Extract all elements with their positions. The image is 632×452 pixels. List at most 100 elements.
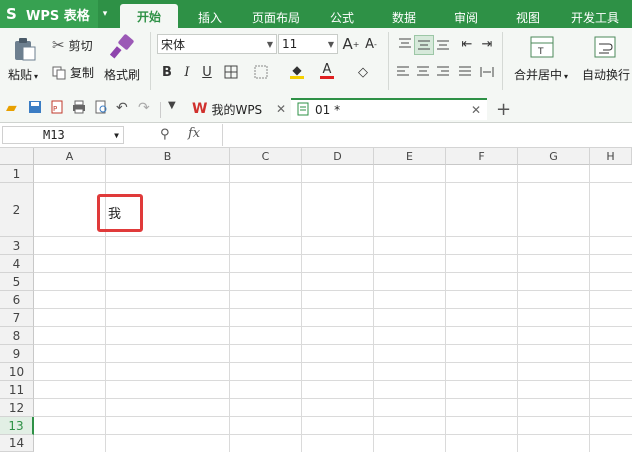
- increase-indent-icon[interactable]: ⇥: [478, 35, 496, 53]
- format-painter-icon[interactable]: [109, 34, 134, 60]
- cut-label: 剪切: [68, 38, 93, 53]
- tab-formulas[interactable]: 公式: [318, 6, 366, 28]
- row-header-11[interactable]: 11: [0, 381, 34, 399]
- column-header-h[interactable]: H: [590, 148, 632, 165]
- tab-page-layout[interactable]: 页面布局: [242, 6, 310, 28]
- tab-data[interactable]: 数据: [380, 6, 428, 28]
- svg-text:T: T: [537, 47, 544, 57]
- align-center-icon[interactable]: [414, 63, 432, 81]
- row-header-12[interactable]: 12: [0, 399, 34, 417]
- format-painter-button[interactable]: 格式刷: [104, 66, 140, 83]
- column-header-a[interactable]: A: [34, 148, 106, 165]
- row-header-13[interactable]: 13: [0, 417, 34, 435]
- select-all-corner[interactable]: [0, 148, 34, 165]
- zoom-search-icon[interactable]: ⚲: [160, 127, 170, 142]
- new-tab-plus-icon[interactable]: +: [496, 99, 511, 120]
- italic-icon[interactable]: I: [178, 63, 196, 81]
- row-header-5[interactable]: 5: [0, 273, 34, 291]
- doc-tab-my-wps[interactable]: W 我的WPS ✕: [186, 98, 290, 120]
- align-bottom-icon[interactable]: [434, 35, 452, 53]
- save-icon[interactable]: [28, 100, 44, 116]
- row-header-6[interactable]: 6: [0, 291, 34, 309]
- tab-view[interactable]: 视图: [504, 6, 552, 28]
- font-name-select[interactable]: 宋体 ▼: [157, 34, 277, 54]
- column-header-c[interactable]: C: [230, 148, 302, 165]
- fill-color-icon[interactable]: ◆: [288, 62, 306, 80]
- tab-insert[interactable]: 插入: [186, 6, 234, 28]
- fx-icon[interactable]: fx: [188, 126, 200, 141]
- font-size-value: 11: [282, 37, 298, 51]
- copy-button[interactable]: 复制: [52, 64, 94, 81]
- font-color-icon[interactable]: A: [318, 62, 336, 80]
- row-header-9[interactable]: 9: [0, 345, 34, 363]
- grid-row-line: [34, 254, 632, 255]
- wrap-text-button[interactable]: 自动换行: [582, 66, 630, 83]
- tab-review[interactable]: 审阅: [442, 6, 490, 28]
- cut-button[interactable]: ✂ 剪切: [52, 36, 93, 54]
- merge-center-icon[interactable]: T: [530, 36, 554, 58]
- doc-tab-01[interactable]: 01 * ✕: [291, 98, 487, 120]
- grid-row-line: [34, 416, 632, 417]
- chevron-down-icon: ▼: [266, 39, 273, 49]
- align-middle-icon[interactable]: [414, 35, 434, 55]
- ribbon-separator: [502, 32, 503, 90]
- customize-toolbar-dropdown-icon[interactable]: ▼: [168, 100, 184, 116]
- tab-developer[interactable]: 开发工具: [562, 6, 628, 28]
- app-menu-dropdown-icon[interactable]: ▾: [98, 0, 112, 28]
- app-menu-button[interactable]: S WPS 表格: [0, 0, 98, 28]
- wrap-text-icon[interactable]: [594, 36, 616, 58]
- column-header-b[interactable]: B: [106, 148, 230, 165]
- decrease-font-icon[interactable]: A-: [362, 35, 380, 53]
- row-header-3[interactable]: 3: [0, 237, 34, 255]
- borders-icon[interactable]: [222, 63, 240, 81]
- row-header-1[interactable]: 1: [0, 165, 34, 183]
- row-header-10[interactable]: 10: [0, 363, 34, 381]
- grid-row-line: [34, 434, 632, 435]
- distributed-align-icon[interactable]: [478, 63, 496, 81]
- paste-button[interactable]: 粘贴 ▾: [8, 66, 38, 83]
- font-size-select[interactable]: 11 ▼: [278, 34, 338, 54]
- row-header-4[interactable]: 4: [0, 255, 34, 273]
- column-header-f[interactable]: F: [446, 148, 518, 165]
- column-header-d[interactable]: D: [302, 148, 374, 165]
- grid-row-line: [34, 236, 632, 237]
- close-icon[interactable]: ✕: [276, 102, 286, 116]
- align-top-icon[interactable]: [396, 35, 414, 53]
- increase-font-icon[interactable]: A +: [342, 35, 360, 53]
- row-header-2[interactable]: 2: [0, 183, 34, 237]
- decrease-indent-icon[interactable]: ⇤: [458, 35, 476, 53]
- align-left-icon[interactable]: [394, 63, 412, 81]
- undo-icon[interactable]: ↶: [116, 100, 132, 116]
- row-header-7[interactable]: 7: [0, 309, 34, 327]
- redo-icon[interactable]: ↷: [138, 100, 154, 116]
- justify-icon[interactable]: [456, 63, 474, 81]
- clear-format-icon[interactable]: ◇: [354, 63, 372, 81]
- paste-icon[interactable]: [12, 36, 38, 62]
- print-preview-icon[interactable]: [94, 100, 110, 116]
- formula-input[interactable]: [222, 124, 632, 146]
- open-folder-icon[interactable]: ▰: [6, 100, 22, 116]
- underline-icon[interactable]: U: [198, 63, 216, 81]
- ribbon-separator: [388, 32, 389, 90]
- grid-row-line: [34, 290, 632, 291]
- scissors-icon: ✂: [52, 36, 65, 54]
- column-header-g[interactable]: G: [518, 148, 590, 165]
- tab-home[interactable]: 开始: [120, 4, 178, 28]
- paste-label: 粘贴: [8, 68, 33, 82]
- print-icon[interactable]: [72, 100, 88, 116]
- cell-ref-value: M13: [43, 128, 65, 142]
- bold-icon[interactable]: B: [158, 63, 176, 81]
- row-header-8[interactable]: 8: [0, 327, 34, 345]
- fill-pattern-icon[interactable]: [252, 63, 270, 81]
- align-right-icon[interactable]: [434, 63, 452, 81]
- row-header-14[interactable]: 14: [0, 435, 34, 452]
- sheet-grid[interactable]: [0, 148, 632, 452]
- name-box[interactable]: M13 ▼: [2, 126, 124, 144]
- close-icon[interactable]: ✕: [471, 103, 481, 117]
- svg-text:P: P: [53, 105, 57, 113]
- merge-center-button[interactable]: 合并居中 ▾: [514, 66, 568, 83]
- grid-row-line: [34, 398, 632, 399]
- export-pdf-icon[interactable]: P: [50, 100, 66, 116]
- column-header-e[interactable]: E: [374, 148, 446, 165]
- toolbar-separator: [160, 102, 161, 118]
